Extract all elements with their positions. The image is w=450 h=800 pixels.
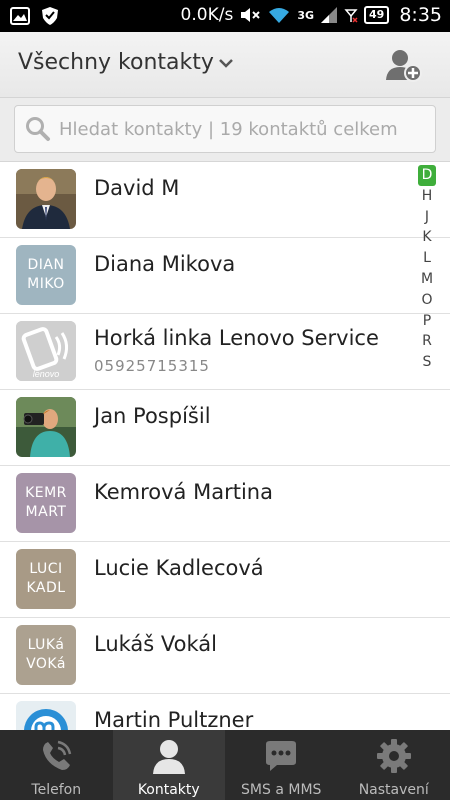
tab-label: SMS a MMS — [241, 782, 322, 798]
chevron-down-icon — [219, 58, 233, 68]
battery-level: 49 — [364, 6, 390, 24]
tab-telefon[interactable]: Telefon — [0, 730, 113, 800]
index-letter-s[interactable]: S — [418, 352, 436, 373]
list-item[interactable]: Martin Pultzner — [0, 694, 450, 730]
person-photo-icon — [16, 397, 76, 457]
contact-name: Jan Pospíšil — [94, 404, 211, 428]
clock: 8:35 — [399, 4, 442, 26]
list-item[interactable]: LUKá VOKá Lukáš Vokál — [0, 618, 450, 694]
phone-icon — [43, 740, 72, 770]
tab-kontakty[interactable]: Kontakty — [112, 730, 225, 800]
network-speed: 0.0K/s — [180, 5, 234, 25]
index-letter-j[interactable]: J — [418, 207, 436, 228]
contact-list[interactable]: David M DIAN MIKO Diana Mikova lenovo Ho… — [0, 162, 450, 730]
search-bar: Hledat kontakty | 19 kontaktů celkem — [0, 98, 450, 162]
index-letter-p[interactable]: P — [418, 311, 436, 332]
avatar: LUKá VOKá — [16, 625, 76, 685]
tab-label: Telefon — [31, 782, 82, 798]
wifi-icon — [269, 8, 290, 23]
index-letter-h[interactable]: H — [418, 186, 436, 207]
page-title: Všechny kontakty — [18, 50, 214, 75]
contact-name: Diana Mikova — [94, 252, 236, 276]
avatar: LUCI KADL — [16, 549, 76, 609]
contact-name: Horká linka Lenovo Service — [94, 326, 379, 350]
list-item[interactable]: lenovo Horká linka Lenovo Service 059257… — [0, 314, 450, 390]
contact-name: Lucie Kadlecová — [94, 556, 264, 580]
status-bar: 0.0K/s 3G 49 8:35 — [0, 0, 450, 32]
network-type: 3G — [297, 8, 315, 22]
no-signal-icon — [344, 9, 358, 23]
tab-label: Kontakty — [137, 782, 200, 798]
contact-phone: 05925715315 — [94, 357, 210, 375]
search-input[interactable]: Hledat kontakty | 19 kontaktů celkem — [14, 105, 436, 153]
list-item[interactable]: DIAN MIKO Diana Mikova — [0, 238, 450, 314]
tab-nastaveni[interactable]: Nastavení — [338, 730, 450, 800]
avatar-initials: LUKá VOKá — [16, 625, 76, 685]
search-placeholder: Hledat kontakty | 19 kontaktů celkem — [59, 118, 398, 140]
contact-name: David M — [94, 176, 180, 200]
avatar: lenovo — [16, 321, 76, 381]
message-icon — [266, 741, 297, 771]
list-item[interactable]: David M — [0, 162, 450, 238]
list-item[interactable]: KEMR MART Kemrová Martina — [0, 466, 450, 542]
contact-name: Lukáš Vokál — [94, 632, 217, 656]
contact-name: Martin Pultzner — [94, 708, 254, 730]
contacts-filter-dropdown[interactable]: Všechny kontakty — [18, 50, 234, 75]
index-letter-l[interactable]: L — [418, 248, 436, 269]
search-icon — [26, 117, 50, 141]
index-letter-m[interactable]: M — [418, 269, 436, 290]
index-letter-r[interactable]: R — [418, 331, 436, 352]
alphabet-index[interactable]: DHJKLMOPRS — [418, 165, 436, 373]
contact-icon — [152, 740, 185, 774]
messenger-logo-icon — [16, 701, 76, 730]
tab-sms-mms[interactable]: SMS a MMS — [225, 730, 338, 800]
avatar-initials: DIAN MIKO — [16, 245, 76, 305]
avatar: DIAN MIKO — [16, 245, 76, 305]
avatar-initials: KEMR MART — [16, 473, 76, 533]
avatar — [16, 169, 76, 229]
tab-label: Nastavení — [358, 782, 429, 798]
avatar — [16, 397, 76, 457]
list-item[interactable]: Jan Pospíšil — [0, 390, 450, 466]
image-icon — [10, 7, 30, 25]
app-header: Všechny kontakty — [0, 32, 450, 98]
list-item[interactable]: LUCI KADL Lucie Kadlecová — [0, 542, 450, 618]
lenovo-phone-icon: lenovo — [16, 321, 76, 381]
settings-icon — [376, 739, 411, 773]
contact-name: Kemrová Martina — [94, 480, 273, 504]
index-letter-d[interactable]: D — [418, 165, 436, 186]
signal-icon — [321, 7, 338, 23]
index-letter-o[interactable]: O — [418, 290, 436, 311]
lenovo-caption: lenovo — [33, 369, 60, 379]
add-contact-button[interactable] — [386, 48, 422, 82]
avatar-initials: LUCI KADL — [16, 549, 76, 609]
index-letter-k[interactable]: K — [418, 227, 436, 248]
shield-icon — [42, 7, 58, 25]
mute-icon — [241, 8, 261, 22]
avatar — [16, 701, 76, 730]
avatar: KEMR MART — [16, 473, 76, 533]
person-photo-icon — [16, 169, 76, 229]
bottom-navigation: Telefon Kontakty SMS a MMS Nastavení — [0, 730, 450, 800]
